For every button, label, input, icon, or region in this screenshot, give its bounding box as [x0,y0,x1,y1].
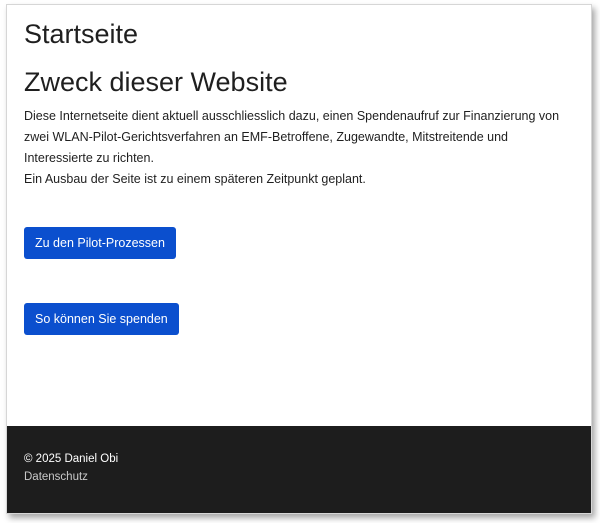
privacy-link[interactable]: Datenschutz [24,471,88,483]
copyright-text: © 2025 Daniel Obi [24,453,119,465]
browser-page: Startseite Zweck dieser Website Diese In… [6,4,592,514]
description-line: Ein Ausbau der Seite ist zu einem später… [24,172,366,186]
description: Diese Internetseite dient aktuell aussch… [24,106,584,190]
pilot-processes-button[interactable]: Zu den Pilot-Prozessen [24,227,176,259]
donate-button[interactable]: So können Sie spenden [24,303,179,335]
description-line: Interessierte zu richten. [24,151,154,165]
section-title: Zweck dieser Website [24,67,288,97]
page-title: Startseite [24,19,139,49]
footer: © 2025 Daniel Obi Datenschutz [7,426,591,513]
description-line: Diese Internetseite dient aktuell aussch… [24,109,560,123]
description-line: zwei WLAN-Pilot-Gerichtsverfahren an EMF… [24,130,509,144]
